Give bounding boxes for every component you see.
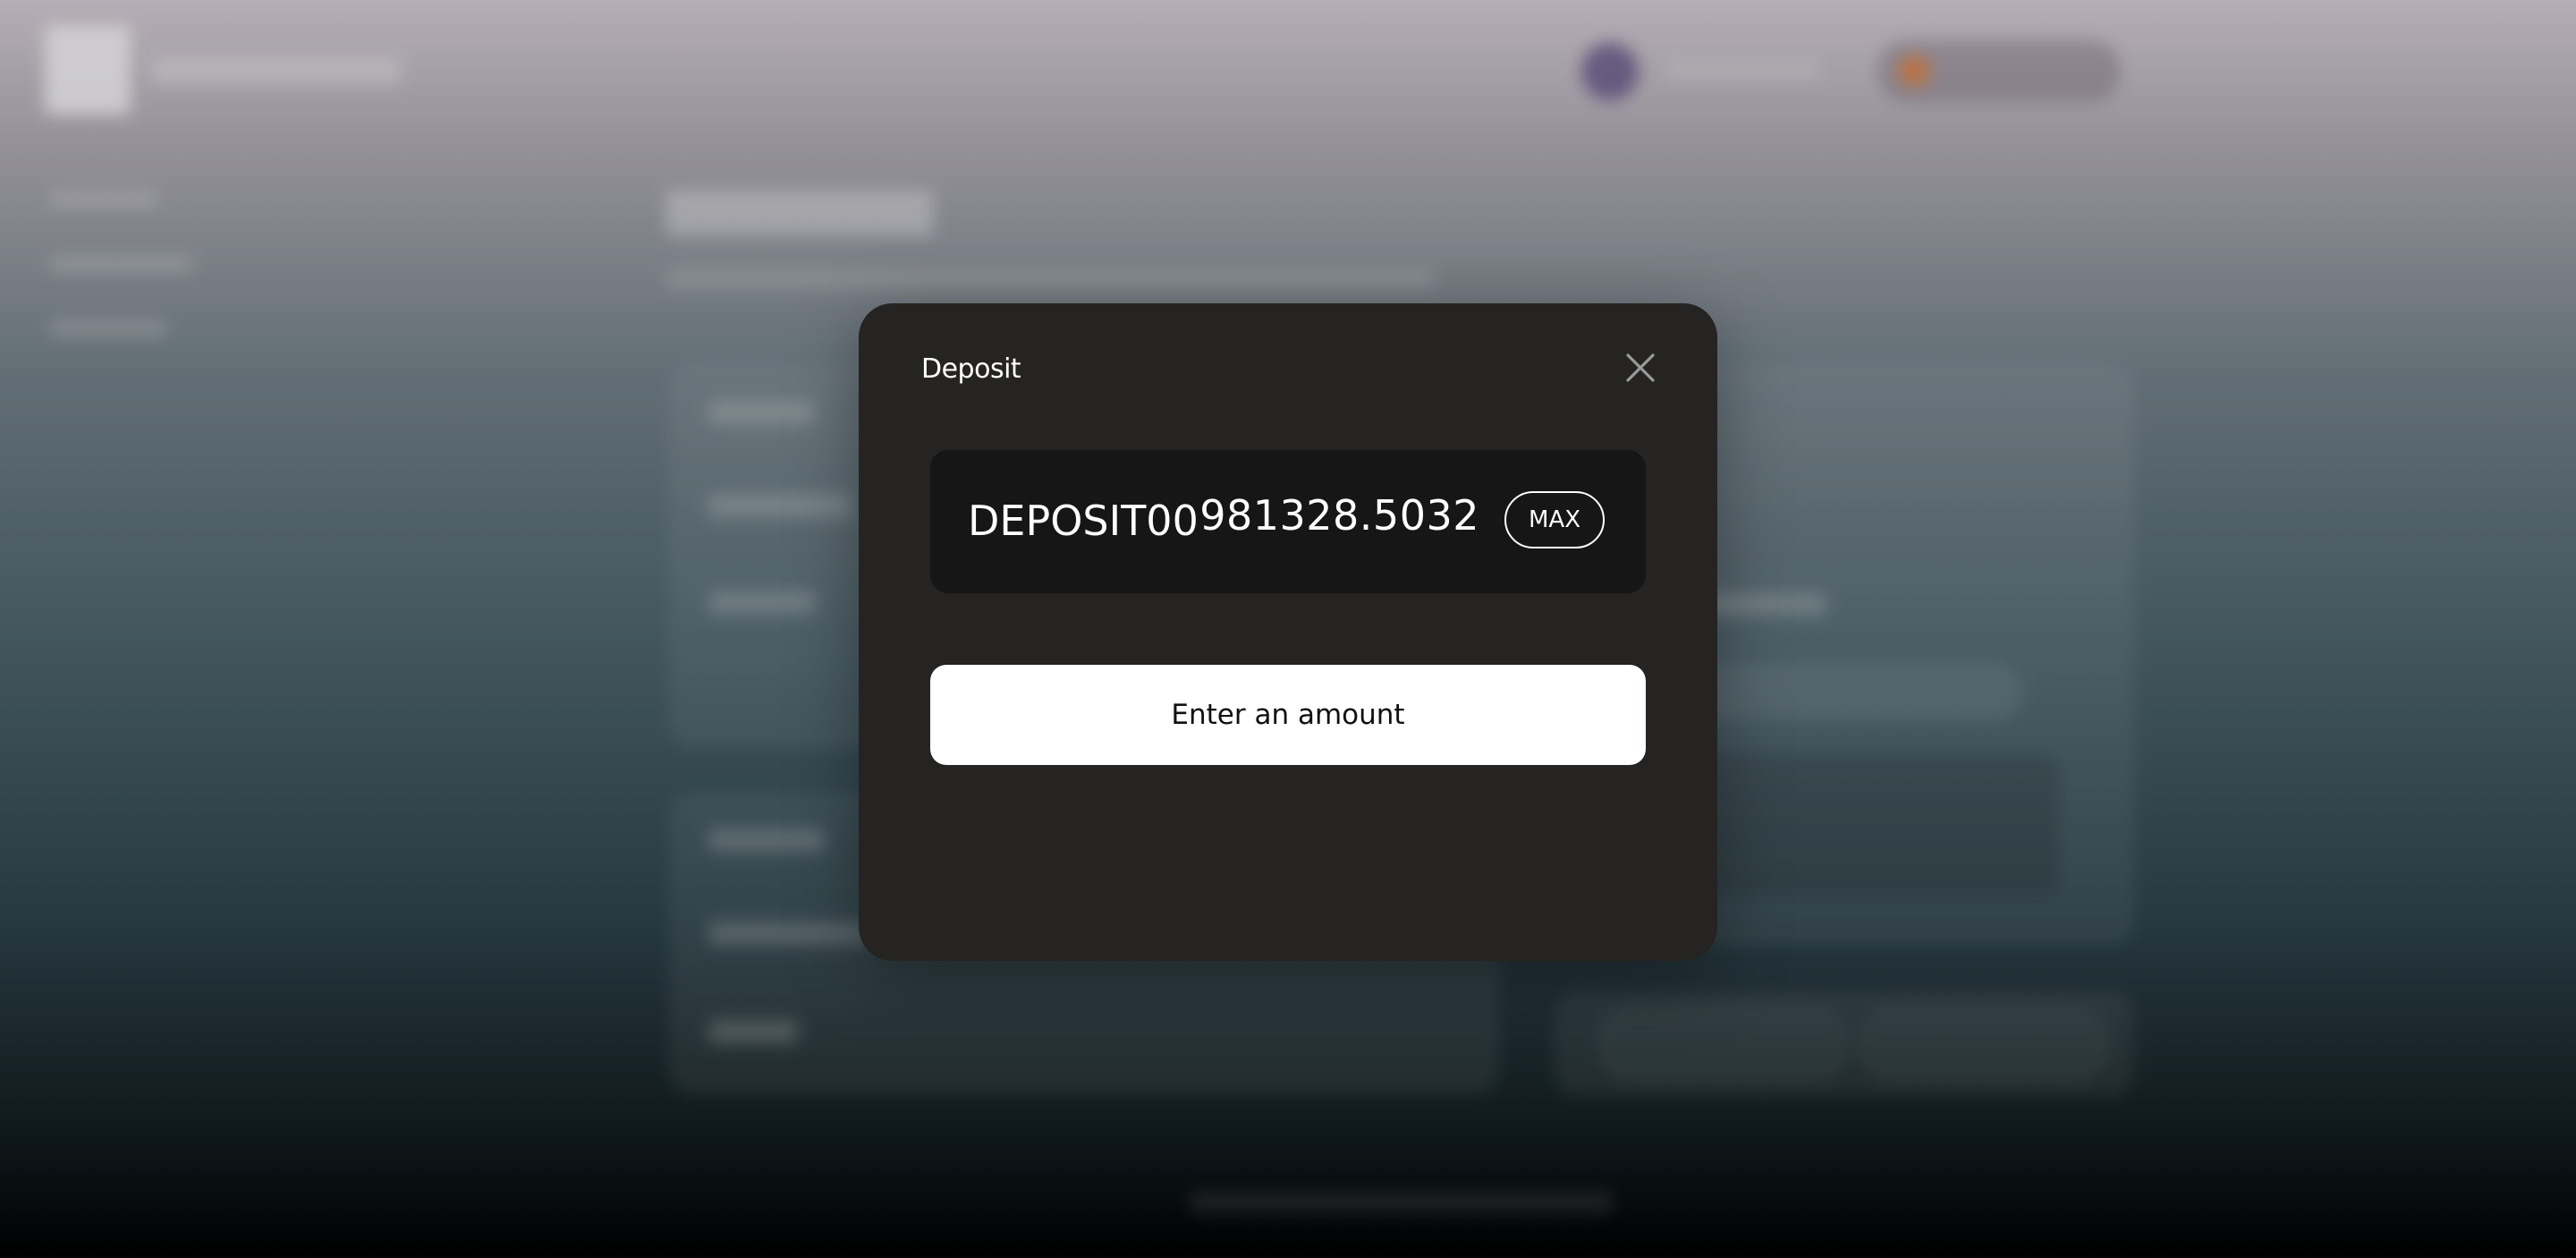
max-button[interactable]: MAX [1504, 491, 1605, 548]
deposit-modal: Deposit 981328.5032 MAX Enter an amount [859, 303, 1717, 961]
amount-input[interactable] [968, 489, 1218, 552]
close-icon [1626, 353, 1655, 382]
amount-field-container: 981328.5032 MAX [930, 450, 1646, 593]
available-balance: 981328.5032 [1199, 491, 1479, 540]
enter-amount-button[interactable]: Enter an amount [930, 665, 1646, 765]
modal-title: Deposit [921, 353, 1021, 385]
close-button[interactable] [1619, 346, 1662, 389]
